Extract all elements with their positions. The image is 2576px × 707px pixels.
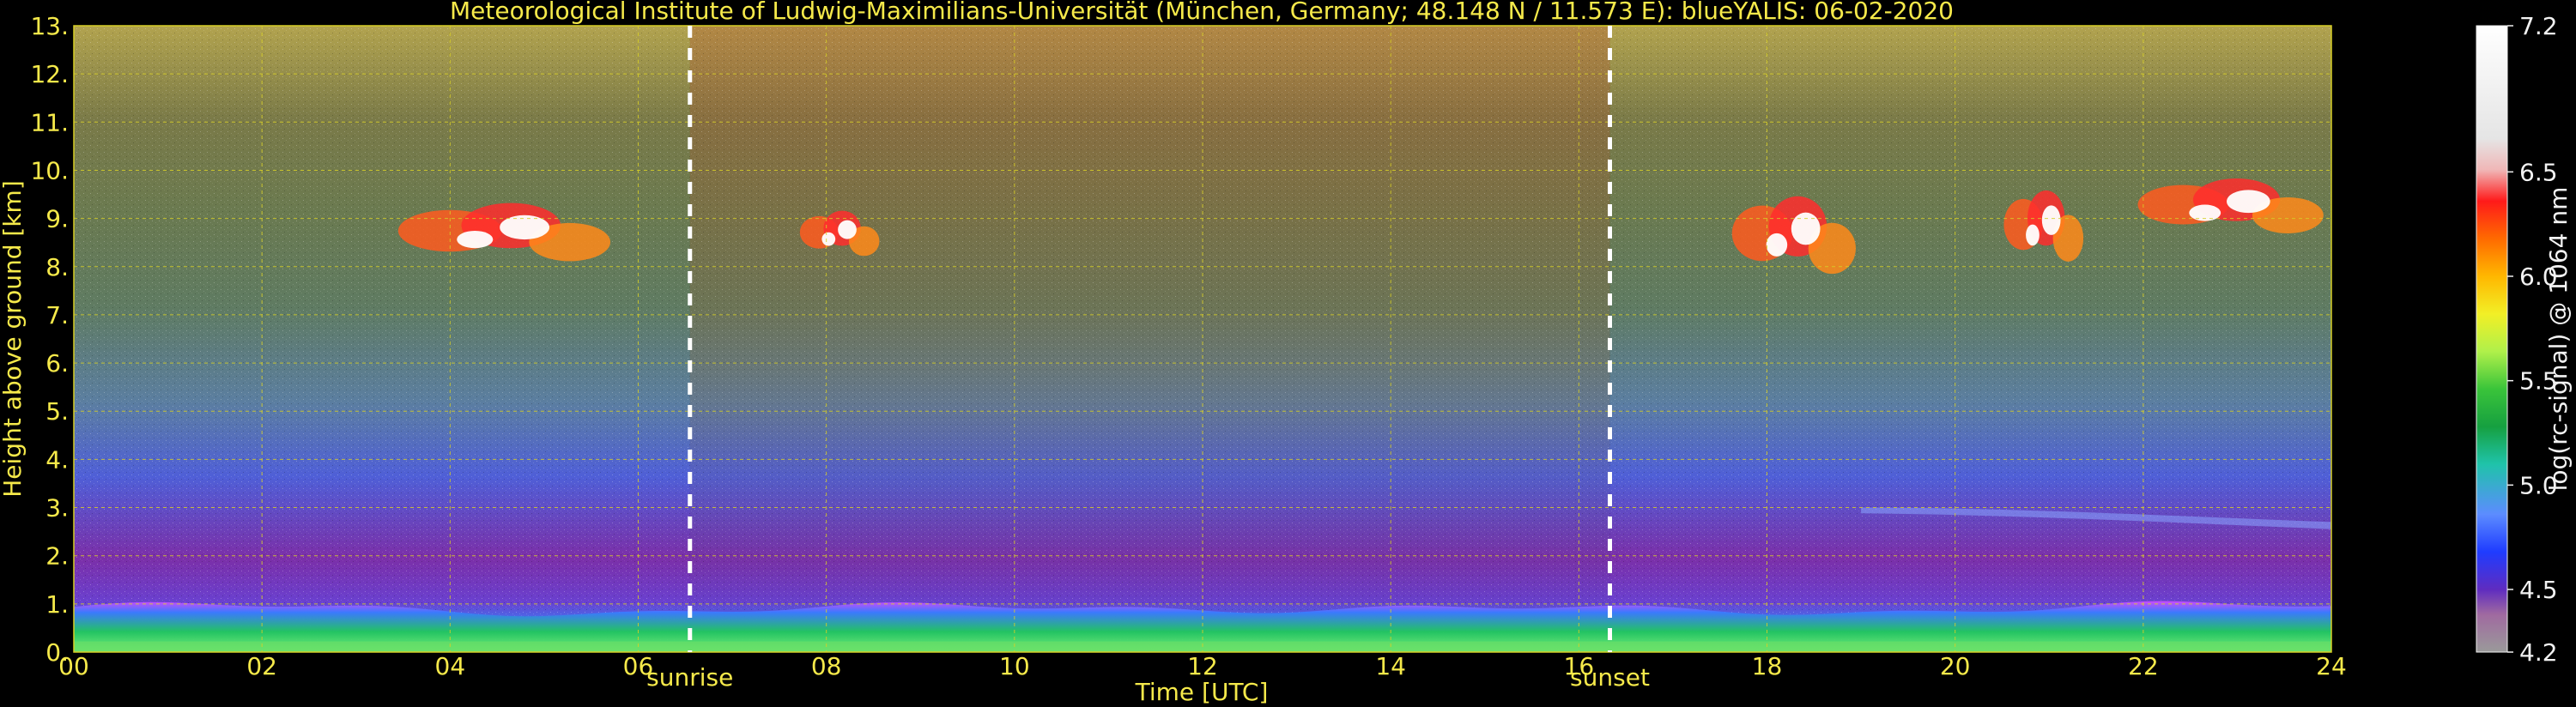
x-tick-label-22: 22 (2128, 652, 2159, 680)
y-tick-label-12: 12. (30, 60, 69, 88)
y-tick-label-9: 9. (45, 205, 69, 233)
chart-svg: Meteorological Institute of Ludwig-Maxim… (0, 0, 2576, 707)
x-axis-label: Time [UTC] (1135, 678, 1269, 706)
colorbar-tick-label-4.2: 4.2 (2519, 638, 2558, 667)
y-tick-label-4: 4. (45, 445, 69, 474)
cloud-2-blob-5 (821, 232, 836, 246)
signal-noise-texture (74, 26, 2331, 652)
x-tick-label-14: 14 (1375, 652, 1406, 680)
x-tick-label-08: 08 (811, 652, 842, 680)
cloud-2-blob-4 (838, 220, 857, 239)
y-tick-label-10: 10. (30, 156, 69, 184)
y-axis-label: Height above ground [km] (0, 180, 27, 498)
y-tick-label-1: 1. (45, 590, 69, 619)
x-tick-label-20: 20 (1940, 652, 1971, 680)
colorbar-tick-label-6.5: 6.5 (2519, 158, 2558, 186)
y-tick-label-3: 3. (45, 494, 69, 523)
y-tick-label-0: 0. (45, 638, 69, 667)
x-tick-label-10: 10 (999, 652, 1030, 680)
y-tick-label-5: 5. (45, 397, 69, 426)
colorbar-tick-label-7.2: 7.2 (2519, 12, 2558, 40)
x-tick-label-18: 18 (1752, 652, 1783, 680)
colorbar-label: log(rc-signal) @ 1064 nm (2544, 187, 2573, 492)
sunset-label: sunset (1570, 663, 1650, 692)
y-tick-label-13: 13. (30, 12, 69, 40)
colorbar-tick-label-4.5: 4.5 (2519, 576, 2558, 604)
y-tick-label-7: 7. (45, 301, 69, 329)
x-tick-label-24: 24 (2316, 652, 2347, 680)
cloud-4-blob-4 (2041, 205, 2061, 235)
cloud-4-blob-5 (2026, 224, 2040, 246)
y-tick-label-6: 6. (45, 349, 69, 378)
cloud-5-blob-4 (2227, 190, 2270, 214)
y-tick-label-8: 8. (45, 253, 69, 281)
cloud-1-blob-5 (457, 230, 494, 249)
colorbar (2476, 25, 2508, 653)
x-tick-label-12: 12 (1187, 652, 1218, 680)
x-tick-label-02: 02 (246, 652, 277, 680)
y-tick-label-11: 11. (30, 108, 69, 136)
lidar-chart-root: Meteorological Institute of Ludwig-Maxim… (0, 0, 2576, 707)
cloud-3-blob-4 (1791, 212, 1821, 245)
sunrise-label: sunrise (646, 663, 733, 692)
y-tick-label-2: 2. (45, 542, 69, 571)
x-tick-label-04: 04 (435, 652, 466, 680)
cloud-3-blob-5 (1766, 233, 1788, 257)
chart-title: Meteorological Institute of Ludwig-Maxim… (450, 0, 1954, 25)
